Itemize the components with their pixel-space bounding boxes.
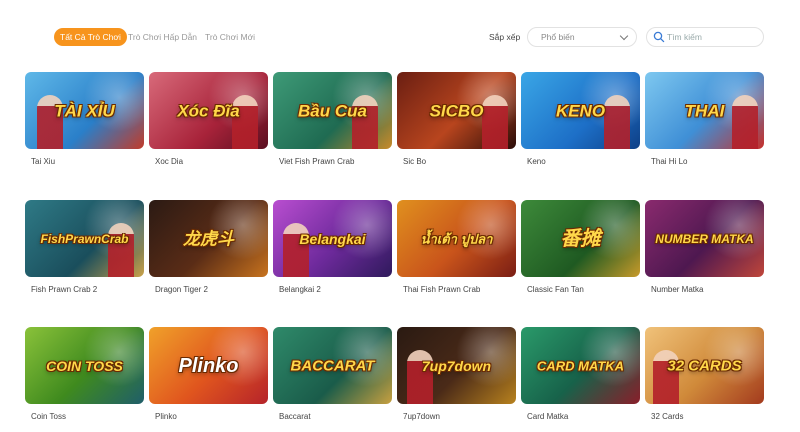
game-art-text: Belangkai (299, 230, 366, 247)
tai-xiu-thumbnail[interactable]: TÀI XỈU (25, 72, 144, 149)
xoc-dia-thumbnail[interactable]: Xóc Đĩa (149, 72, 268, 149)
game-art-text: BACCARAT (290, 357, 375, 374)
game-title[interactable]: Thai Fish Prawn Crab (403, 285, 480, 294)
game-title[interactable]: 7up7down (403, 412, 440, 421)
game-art-text: 龙虎斗 (183, 229, 234, 248)
game-card[interactable]: TÀI XỈU Tai Xiu (25, 72, 144, 166)
game-card[interactable]: NUMBER MATKA Number Matka (645, 200, 764, 294)
game-title[interactable]: Belangkai 2 (279, 285, 321, 294)
game-title[interactable]: Classic Fan Tan (527, 285, 584, 294)
game-art-text: TÀI XỈU (54, 101, 115, 120)
plinko-thumbnail[interactable]: Plinko (149, 327, 268, 404)
card-matka-thumbnail[interactable]: CARD MATKA (521, 327, 640, 404)
32-cards-thumbnail[interactable]: 32 CARDS (645, 327, 764, 404)
tab-new-games[interactable]: Trò Chơi Mới (205, 28, 255, 46)
fish-prawn-crab-2-thumbnail[interactable]: FishPrawnCrab (25, 200, 144, 277)
belangkai-2-thumbnail[interactable]: Belangkai (273, 200, 392, 277)
game-card[interactable]: THAI Thai Hi Lo (645, 72, 764, 166)
game-card[interactable]: 龙虎斗 Dragon Tiger 2 (149, 200, 268, 294)
game-title[interactable]: Viet Fish Prawn Crab (279, 157, 354, 166)
search-icon (653, 31, 665, 43)
game-art-text: 7up7down (421, 357, 492, 374)
game-art-text: 番摊 (560, 227, 601, 250)
game-title[interactable]: Coin Toss (31, 412, 66, 421)
game-title[interactable]: Plinko (155, 412, 177, 421)
game-art-text: Bầu Cua (298, 101, 367, 120)
game-title[interactable]: Card Matka (527, 412, 568, 421)
game-art-text: THAI (684, 101, 725, 120)
game-title[interactable]: Thai Hi Lo (651, 157, 687, 166)
game-card[interactable]: CARD MATKA Card Matka (521, 327, 640, 421)
7up7down-thumbnail[interactable]: 7up7down (397, 327, 516, 404)
sort-dropdown[interactable]: Phổ biến (527, 27, 637, 47)
game-card[interactable]: น้ำเต้า ปูปลา Thai Fish Prawn Crab (397, 200, 516, 294)
game-title[interactable]: Xoc Dia (155, 157, 183, 166)
game-art-text: Plinko (178, 354, 239, 377)
chevron-down-icon (619, 31, 629, 41)
game-title[interactable]: Baccarat (279, 412, 311, 421)
game-card[interactable]: Plinko Plinko (149, 327, 268, 421)
sort-selected-value: Phổ biến (541, 32, 575, 42)
number-matka-thumbnail[interactable]: NUMBER MATKA (645, 200, 764, 277)
game-art-text: KENO (555, 101, 606, 120)
classic-fan-tan-thumbnail[interactable]: 番摊 (521, 200, 640, 277)
sort-label: Sắp xếp (489, 32, 521, 42)
game-title[interactable]: Dragon Tiger 2 (155, 285, 208, 294)
game-card[interactable]: 7up7down 7up7down (397, 327, 516, 421)
game-title[interactable]: 32 Cards (651, 412, 683, 421)
game-title[interactable]: Keno (527, 157, 546, 166)
game-art-text: 32 CARDS (667, 357, 742, 374)
game-title[interactable]: Fish Prawn Crab 2 (31, 285, 97, 294)
game-card[interactable]: 番摊 Classic Fan Tan (521, 200, 640, 294)
game-card[interactable]: 32 CARDS 32 Cards (645, 327, 764, 421)
sic-bo-thumbnail[interactable]: SICBO (397, 72, 516, 149)
keno-thumbnail[interactable]: KENO (521, 72, 640, 149)
dragon-tiger-2-thumbnail[interactable]: 龙虎斗 (149, 200, 268, 277)
game-art-text: CARD MATKA (536, 358, 625, 373)
game-card[interactable]: COIN TOSS Coin Toss (25, 327, 144, 421)
game-art-text: SICBO (429, 101, 484, 120)
search-input[interactable] (667, 30, 757, 44)
coin-toss-thumbnail[interactable]: COIN TOSS (25, 327, 144, 404)
game-art-text: NUMBER MATKA (655, 231, 754, 246)
search-box[interactable] (646, 27, 764, 47)
game-art-text: น้ำเต้า ปูปลา (420, 231, 493, 246)
viet-fish-prawn-crab-thumbnail[interactable]: Bầu Cua (273, 72, 392, 149)
game-art-text: COIN TOSS (46, 357, 123, 374)
game-title[interactable]: Tai Xiu (31, 157, 55, 166)
thai-fish-prawn-crab-thumbnail[interactable]: น้ำเต้า ปูปลา (397, 200, 516, 277)
tab-all-games[interactable]: Tất Cả Trò Chơi (54, 28, 127, 46)
baccarat-thumbnail[interactable]: BACCARAT (273, 327, 392, 404)
game-title[interactable]: Number Matka (651, 285, 703, 294)
game-card[interactable]: Bầu Cua Viet Fish Prawn Crab (273, 72, 392, 166)
game-card[interactable]: Belangkai Belangkai 2 (273, 200, 392, 294)
game-art-text: Xóc Đĩa (177, 101, 240, 120)
game-card[interactable]: BACCARAT Baccarat (273, 327, 392, 421)
tab-featured-games[interactable]: Trò Chơi Hấp Dẫn (128, 28, 197, 46)
game-art-text: FishPrawnCrab (40, 231, 129, 246)
thai-hi-lo-thumbnail[interactable]: THAI (645, 72, 764, 149)
game-card[interactable]: KENO Keno (521, 72, 640, 166)
game-card[interactable]: Xóc Đĩa Xoc Dia (149, 72, 268, 166)
game-card[interactable]: SICBO Sic Bo (397, 72, 516, 166)
toolbar: Tất Cả Trò Chơi Trò Chơi Hấp Dẫn Trò Chơ… (0, 0, 800, 64)
game-title[interactable]: Sic Bo (403, 157, 426, 166)
game-card[interactable]: FishPrawnCrab Fish Prawn Crab 2 (25, 200, 144, 294)
